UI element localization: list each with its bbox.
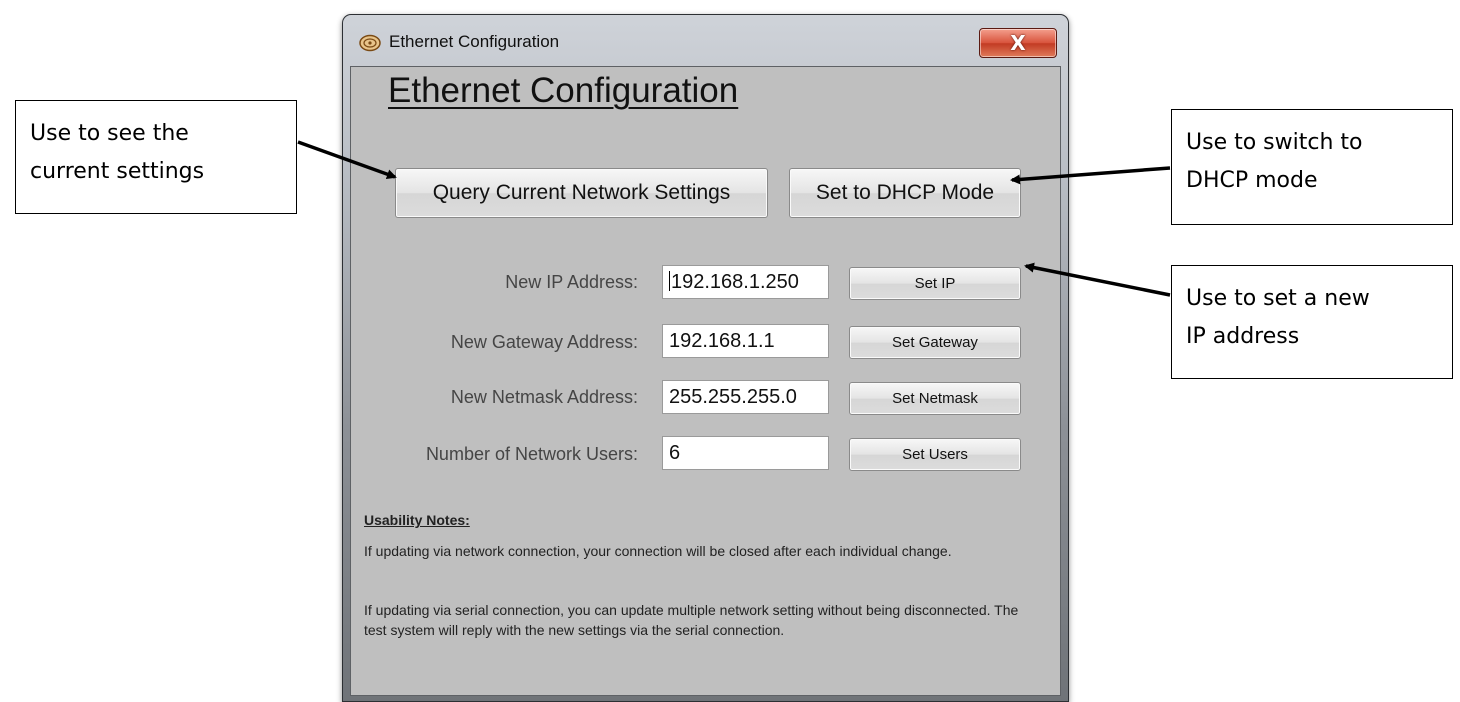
- netmask-address-field[interactable]: 255.255.255.0: [662, 380, 829, 414]
- ip-address-label: New IP Address:: [505, 272, 638, 292]
- network-users-value: 6: [669, 442, 681, 464]
- title-bar[interactable]: Ethernet Configuration X: [342, 14, 1069, 66]
- query-settings-button[interactable]: Query Current Network Settings: [395, 168, 768, 218]
- callout-dhcp-mode: Use to switch to DHCP mode: [1171, 109, 1453, 225]
- set-dhcp-button[interactable]: Set to DHCP Mode: [789, 168, 1021, 218]
- window-title: Ethernet Configuration: [389, 32, 560, 51]
- network-users-label: Number of Network Users:: [425, 444, 638, 464]
- text-caret: [669, 271, 670, 291]
- gateway-address-value: 192.168.1.1: [669, 330, 775, 352]
- set-netmask-button[interactable]: Set Netmask: [849, 382, 1021, 415]
- set-ip-button[interactable]: Set IP: [849, 267, 1021, 300]
- set-users-button[interactable]: Set Users: [849, 438, 1021, 471]
- usability-note-network: If updating via network connection, your…: [364, 543, 952, 559]
- ip-address-value: 192.168.1.250: [671, 271, 799, 293]
- netmask-address-label: New Netmask Address:: [450, 387, 638, 407]
- network-users-field[interactable]: 6: [662, 436, 829, 470]
- set-gateway-button[interactable]: Set Gateway: [849, 326, 1021, 359]
- usability-note-serial: If updating via serial connection, you c…: [364, 602, 1019, 638]
- page-title: Ethernet Configuration: [388, 71, 739, 110]
- gateway-address-label: New Gateway Address:: [450, 332, 638, 352]
- close-button[interactable]: X: [979, 28, 1057, 58]
- ethernet-config-window: Ethernet Configuration X Ethernet Config…: [342, 14, 1069, 702]
- netmask-address-value: 255.255.255.0: [669, 386, 797, 408]
- usability-notes-heading: Usability Notes:: [364, 512, 470, 528]
- app-logo-icon: [359, 34, 381, 52]
- callout-query-settings: Use to see the current settings: [15, 100, 297, 214]
- gateway-address-field[interactable]: 192.168.1.1: [662, 324, 829, 358]
- ip-address-field[interactable]: 192.168.1.250: [662, 265, 829, 299]
- client-area: Ethernet Configuration Query Current Net…: [350, 66, 1061, 696]
- callout-set-ip: Use to set a new IP address: [1171, 265, 1453, 379]
